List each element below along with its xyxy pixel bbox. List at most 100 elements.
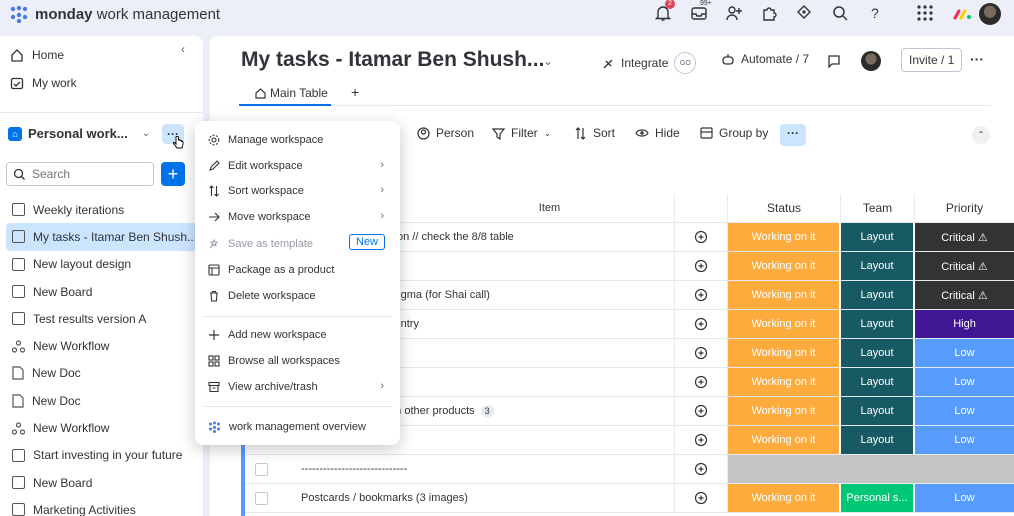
header-status[interactable]: Status <box>728 194 841 222</box>
sidebar-search[interactable] <box>6 162 154 186</box>
apps-marketplace-icon[interactable] <box>760 4 778 26</box>
board-member-avatar[interactable] <box>861 51 881 71</box>
conversation-cell[interactable] <box>675 339 728 367</box>
workspace-selector[interactable]: ⌂ Personal work... ⌄ <box>8 126 188 141</box>
status-cell[interactable]: Working on it <box>728 281 841 309</box>
status-cell[interactable]: Working on it <box>728 426 841 454</box>
sidebar-item-active[interactable]: My tasks - Itamar Ben Shush... <box>6 223 197 251</box>
toolbar-more-button[interactable]: ··· <box>780 124 806 146</box>
priority-cell[interactable]: Critical ⚠ <box>915 281 1014 309</box>
team-cell[interactable]: Layout <box>841 281 915 309</box>
priority-cell[interactable]: Low <box>915 484 1014 512</box>
conversation-cell[interactable] <box>675 281 728 309</box>
hide-button[interactable]: Hide <box>635 126 680 140</box>
collapse-sidebar-chevron-icon[interactable]: ‹ <box>181 42 185 56</box>
empty-columns-cell[interactable] <box>728 455 1014 483</box>
menu-item-edit-workspace[interactable]: Edit workspace › <box>195 154 400 178</box>
invite-button[interactable]: Invite / 1 <box>901 48 963 72</box>
status-cell[interactable]: Working on it <box>728 252 841 280</box>
team-cell[interactable]: Layout <box>841 223 915 251</box>
status-cell[interactable]: Working on it <box>728 223 841 251</box>
filter-button[interactable]: Filter ⌄ <box>492 126 551 140</box>
table-row[interactable]: Postcards / bookmarks (3 images) Working … <box>245 484 1014 513</box>
header-priority[interactable]: Priority <box>915 194 1014 222</box>
sidebar-item[interactable]: Test results version A <box>0 305 203 332</box>
menu-item-move-workspace[interactable]: Move workspace › <box>195 205 400 229</box>
sidebar-item[interactable]: New Board <box>0 278 203 305</box>
conversation-cell[interactable] <box>675 223 728 251</box>
team-cell[interactable]: Layout <box>841 252 915 280</box>
team-cell[interactable]: Layout <box>841 397 915 425</box>
conversation-cell[interactable] <box>675 252 728 280</box>
updates-chat-icon[interactable] <box>827 54 841 68</box>
board-title[interactable]: My tasks - Itamar Ben Shush... <box>241 48 544 72</box>
tab-main-table[interactable]: Main Table <box>255 86 328 100</box>
sidebar-item[interactable]: Marketing Activities <box>0 496 203 516</box>
status-cell[interactable]: Working on it <box>728 368 841 396</box>
sidebar-search-input[interactable] <box>32 167 142 181</box>
sidebar-my-work[interactable]: My work <box>10 76 77 90</box>
conversation-cell[interactable] <box>675 455 728 483</box>
add-item-button[interactable]: + <box>161 162 185 186</box>
menu-item-sort-workspace[interactable]: Sort workspace › <box>195 179 400 203</box>
user-avatar[interactable] <box>979 3 1001 25</box>
app-switcher-grid-icon[interactable] <box>916 4 934 26</box>
priority-cell[interactable]: Low <box>915 426 1014 454</box>
menu-item-package-as-product[interactable]: Package as a product <box>195 258 400 282</box>
table-row[interactable]: ----------------------------- <box>245 455 1014 484</box>
priority-cell[interactable]: Low <box>915 397 1014 425</box>
group-by-button[interactable]: Group by <box>700 126 768 140</box>
conversation-cell[interactable] <box>675 368 728 396</box>
collapse-header-chevron-icon[interactable]: ⌃ <box>972 126 990 144</box>
menu-item-delete-workspace[interactable]: Delete workspace <box>195 284 400 308</box>
team-cell[interactable]: Layout <box>841 310 915 338</box>
priority-cell[interactable]: High <box>915 310 1014 338</box>
sidebar-item[interactable]: New Doc <box>0 387 203 414</box>
invite-members-icon[interactable] <box>725 4 743 26</box>
header-team[interactable]: Team <box>841 194 915 222</box>
status-cell[interactable]: Working on it <box>728 397 841 425</box>
status-cell[interactable]: Working on it <box>728 310 841 338</box>
menu-item-add-new-workspace[interactable]: Add new workspace <box>195 323 400 347</box>
sidebar-item[interactable]: New Doc <box>0 360 203 387</box>
add-view-button[interactable]: + <box>351 84 359 100</box>
board-more-options-icon[interactable]: ··· <box>970 51 984 67</box>
menu-item-work-management-overview[interactable]: work management overview <box>195 415 400 439</box>
menu-item-browse-all-workspaces[interactable]: Browse all workspaces <box>195 349 400 373</box>
sidebar-home[interactable]: Home <box>10 48 64 62</box>
help-icon[interactable]: ? <box>866 4 884 26</box>
sidebar-item[interactable]: New Workflow <box>0 332 203 359</box>
conversation-cell[interactable] <box>675 426 728 454</box>
conversation-cell[interactable] <box>675 310 728 338</box>
priority-cell[interactable]: Critical ⚠ <box>915 223 1014 251</box>
automate-button[interactable]: Automate / 7 <box>721 52 809 66</box>
menu-item-save-as-template[interactable]: Save as template New <box>195 232 400 256</box>
sidebar-item[interactable]: Start investing in your future <box>0 442 203 469</box>
search-icon[interactable] <box>831 4 849 26</box>
conversation-cell[interactable] <box>675 484 728 512</box>
conversation-cell[interactable] <box>675 397 728 425</box>
menu-item-view-archive-trash[interactable]: View archive/trash › <box>195 375 400 399</box>
sidebar-item[interactable]: New layout design <box>0 251 203 278</box>
sidebar-item[interactable]: New Board <box>0 469 203 496</box>
status-cell[interactable]: Working on it <box>728 484 841 512</box>
priority-cell[interactable]: Critical ⚠ <box>915 252 1014 280</box>
notifications-bell-icon[interactable]: 2 <box>655 0 675 26</box>
team-cell[interactable]: Layout <box>841 426 915 454</box>
menu-item-manage-workspace[interactable]: Manage workspace <box>195 128 400 152</box>
integrate-button[interactable]: Integrate GO <box>602 52 697 74</box>
item-cell[interactable]: Postcards / bookmarks (3 images) <box>245 484 675 512</box>
sidebar-item[interactable]: New Workflow <box>0 414 203 441</box>
sidebar-item[interactable]: Weekly iterations <box>0 196 203 223</box>
priority-cell[interactable]: Low <box>915 339 1014 367</box>
team-cell[interactable]: Layout <box>841 339 915 367</box>
person-filter-button[interactable]: Person <box>417 126 474 140</box>
item-cell[interactable]: ----------------------------- <box>245 455 675 483</box>
status-cell[interactable]: Working on it <box>728 339 841 367</box>
brand-logo[interactable]: monday work management <box>9 5 220 23</box>
team-cell[interactable]: Personal s... <box>841 484 915 512</box>
chevron-down-icon[interactable]: ⌄ <box>543 54 553 68</box>
priority-cell[interactable]: Low <box>915 368 1014 396</box>
integrations-icon[interactable] <box>795 4 813 26</box>
inbox-icon[interactable]: 99+ <box>690 0 712 26</box>
